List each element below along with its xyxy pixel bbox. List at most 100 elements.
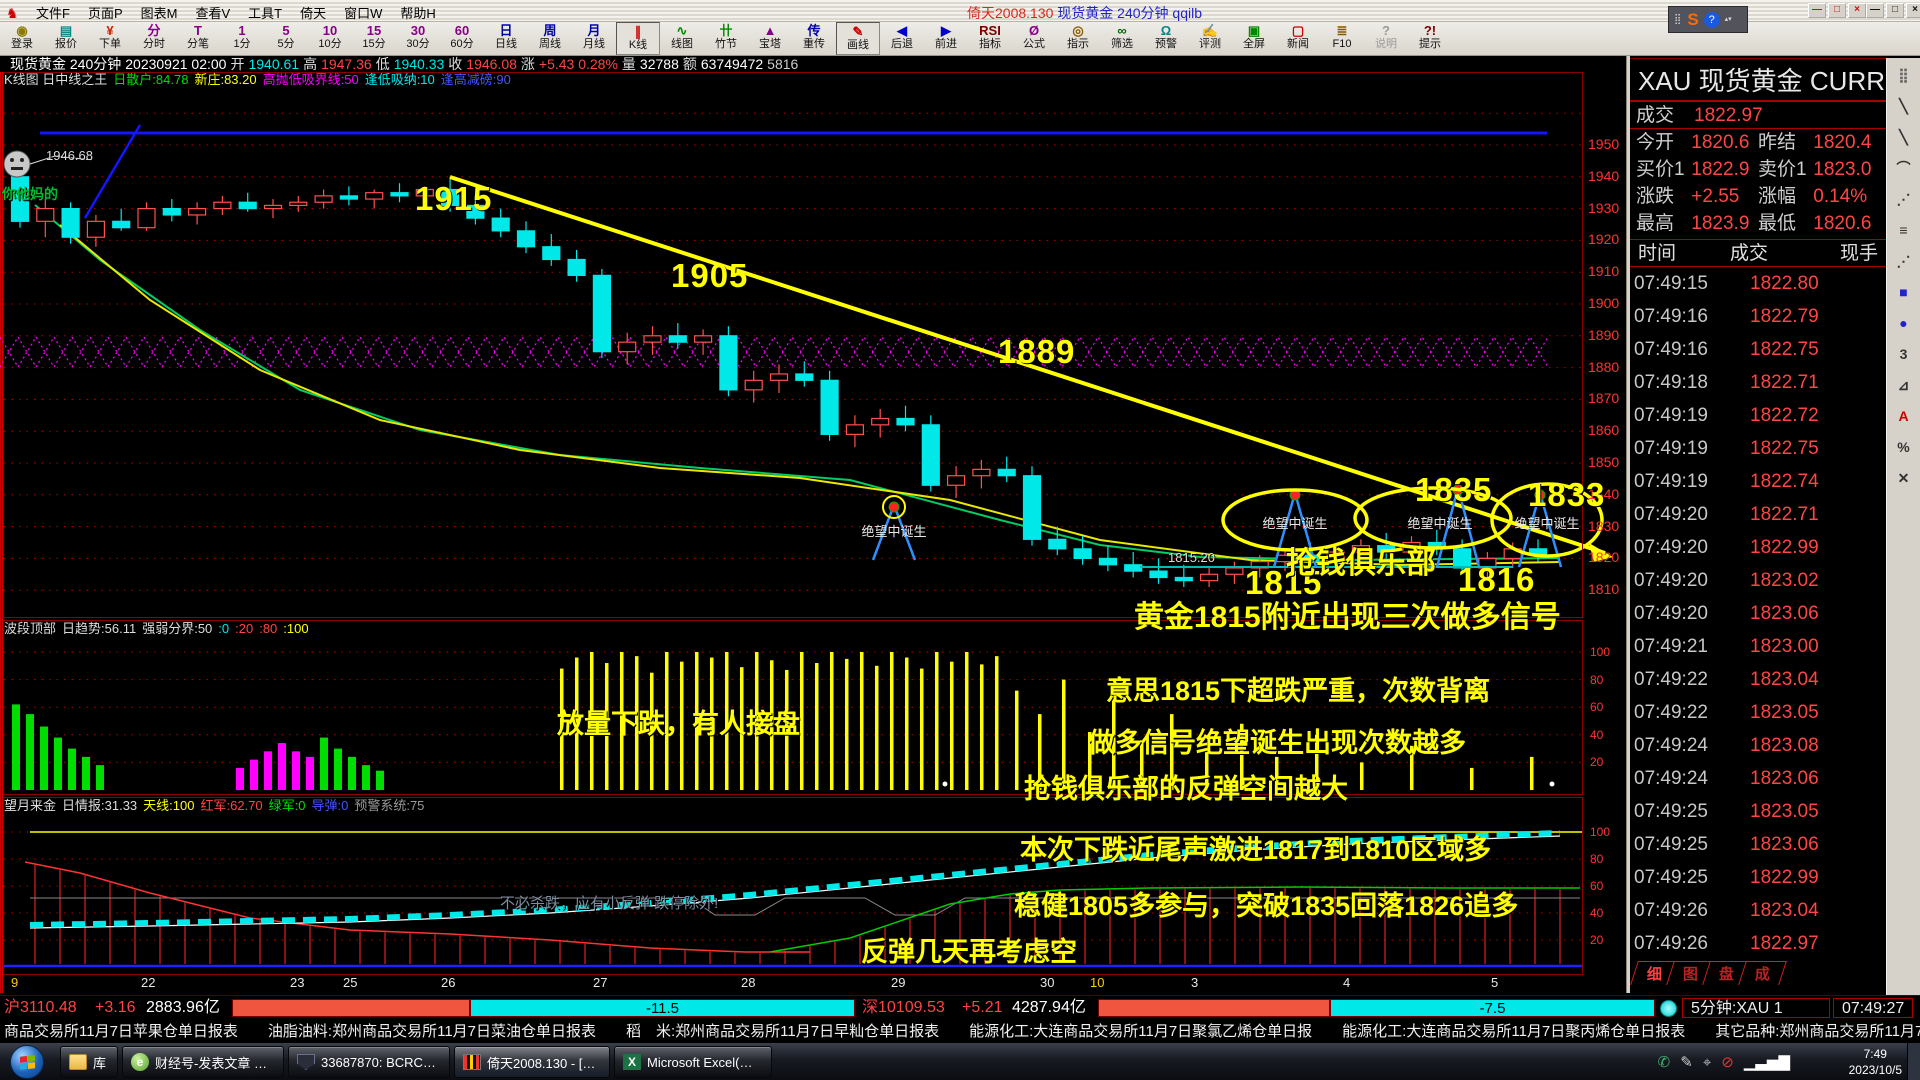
ime-grip-icon[interactable]: ⣿ [1674,16,1682,24]
dish-icon[interactable]: ⌖ [1703,1054,1711,1071]
toolbar-宝塔[interactable]: ▲宝塔 [748,22,792,55]
日线-icon: 日 [484,23,528,38]
signal-icon[interactable]: ▁▃▅▇ [1744,1053,1790,1071]
info-seg: 逢低吸纳:10 [365,72,435,87]
toolbar-预警[interactable]: Ω预警 [1144,22,1188,55]
triangle-icon[interactable]: ⊿ [1891,373,1917,399]
band-note-1: 意思1815下超跌严重，次数背离 [1106,669,1490,708]
system-tray: ✆ ✎ ⌖ ⊘ ▁▃▅▇ [1658,1047,1790,1077]
tick-col-成交: 成交 [1730,240,1840,266]
quote-tab-成[interactable]: 成 [1738,961,1787,985]
tick-list-header: 时间成交现手 [1630,239,1886,267]
toolbar-K线[interactable]: ∥K线 [616,22,660,55]
taskbar-label: 33687870: BCRC… [321,1055,436,1070]
close-button[interactable]: × [1848,3,1866,18]
restore-button[interactable]: □ [1886,3,1904,18]
sh-index: 沪3110.48 [4,996,77,1020]
first-price-label: 1946.68 [46,148,93,163]
drawing-toolbar: ⣿ ╲ ╲ ⌒ ⋰ ≡ ⋰ ■ ● 3 ⊿ A% ✕ [1886,58,1920,1020]
segment-icon[interactable]: ╲ [1891,125,1917,151]
toolbar-评测[interactable]: ✍评测 [1188,22,1232,55]
restore-button[interactable]: □ [1828,3,1846,18]
toolbar-报价[interactable]: ▤报价 [44,22,88,55]
tick-time: 07:49:21 [1634,630,1750,663]
tick-time: 07:49:26 [1634,894,1750,927]
grip-icon[interactable]: ⣿ [1891,63,1917,89]
quote-row-3: 涨跌+2.55涨幅0.14% [1630,183,1886,210]
toolbar-线图[interactable]: ∿线图 [660,22,704,55]
toolbar-新闻[interactable]: ▢新闻 [1276,22,1320,55]
toolbar-label: 5分 [264,38,308,52]
tick-row: 07:49:201823.06 [1630,597,1886,630]
toolbar-画线[interactable]: ✎画线 [836,22,880,55]
ellipse-icon[interactable]: ● [1891,311,1917,337]
ime-help-icon[interactable]: ? [1704,12,1720,28]
ime-arrows-icon[interactable]: ▴▾ [1725,16,1732,23]
input-method-bar[interactable]: ⣿ S ? ▴▾ [1668,6,1748,33]
sogou-icon[interactable]: S [1687,10,1698,30]
cross-icon[interactable]: ✕ [1891,466,1917,492]
minimize-button[interactable]: — [1808,3,1826,18]
tick-time: 07:49:25 [1634,828,1750,861]
band-indicator-header: 波段顶部日趋势:56.11强弱分界:50:0:20:80:100 [4,621,315,637]
tick-price: 1823.04 [1750,894,1819,927]
toolbar-分时[interactable]: 分分时 [132,22,176,55]
close-button[interactable]: × [1906,3,1920,18]
rectangle-icon[interactable]: ■ [1891,280,1917,306]
toolbar-后退[interactable]: ◀后退 [880,22,924,55]
info-seg: 低 [376,56,390,72]
parallel-lines-icon[interactable]: ≡ [1891,218,1917,244]
price-label-1905: 1905 [671,257,748,295]
mute-speaker-icon[interactable]: ⊘ [1721,1053,1734,1071]
toolbar-提示[interactable]: ?!提示 [1408,22,1452,55]
percent-icon[interactable]: % [1891,435,1917,461]
toolbar-F10[interactable]: ≣F10 [1320,22,1364,55]
wechat-icon[interactable]: ✆ [1658,1053,1671,1071]
toolbar-前进[interactable]: ▶前进 [924,22,968,55]
toolbar-周线[interactable]: 周周线 [528,22,572,55]
toolbar-日线[interactable]: 日日线 [484,22,528,55]
taskbar-财经号-发表文章 …[interactable]: e财经号-发表文章 … [122,1046,284,1078]
toolbar-15分[interactable]: 1515分 [352,22,396,55]
toolbar-1分[interactable]: 11分 [220,22,264,55]
taskbar-Microsoft Excel(…[interactable]: XMicrosoft Excel(… [614,1046,772,1078]
browser-icon: e [131,1053,149,1071]
toolbar-60分[interactable]: 6060分 [440,22,484,55]
toolbar-下单[interactable]: ¥下单 [88,22,132,55]
toolbar-30分[interactable]: 3030分 [396,22,440,55]
arc-icon[interactable]: ⌒ [1891,156,1917,182]
rays-icon[interactable]: ⋰ [1891,249,1917,275]
toolbar-全屏[interactable]: ▣全屏 [1232,22,1276,55]
竹节-icon: 卄 [704,23,748,38]
toolbar-月线[interactable]: 月月线 [572,22,616,55]
toolbar-分笔[interactable]: T分笔 [176,22,220,55]
curve3-icon[interactable]: 3 [1891,342,1917,368]
taskbar-33687870: BCRC…[interactable]: 33687870: BCRC… [288,1046,450,1078]
start-button[interactable] [10,1045,44,1079]
toolbar-公式[interactable]: Ø公式 [1012,22,1056,55]
trendline-icon[interactable]: ╲ [1891,94,1917,120]
toolbar-竹节[interactable]: 卄竹节 [704,22,748,55]
toolbar-指标[interactable]: RSI指标 [968,22,1012,55]
toolbar-筛选[interactable]: ∞筛选 [1100,22,1144,55]
pen-icon[interactable]: ✎ [1680,1053,1693,1071]
price-tick-1950: 1950 [1588,136,1619,152]
toolbar-重传[interactable]: 传重传 [792,22,836,55]
period-selector[interactable]: 5分钟:XAU 1 [1682,998,1830,1018]
toolbar-指示[interactable]: ◎指示 [1056,22,1100,55]
taskbar-倚天2008.130 - […[interactable]: 倚天2008.130 - [… [454,1046,610,1078]
taskbar-库[interactable]: 库 [60,1046,118,1078]
main-window-controls: —□× [1866,3,1920,19]
toolbar-5分[interactable]: 55分 [264,22,308,55]
toolbar-说明[interactable]: ?说明 [1364,22,1408,55]
toolbar-登录[interactable]: ◉登录 [0,22,44,55]
quote-label: 涨跌 [1636,183,1691,210]
text-tool-icon[interactable]: A [1891,404,1917,430]
fan-lines-icon[interactable]: ⋰ [1891,187,1917,213]
taskbar-clock[interactable]: 7:49 2023/10/5 [1849,1046,1902,1078]
moon-tick-80: 80 [1590,852,1603,866]
minimize-button[interactable]: — [1866,3,1884,18]
toolbar-10分[interactable]: 1010分 [308,22,352,55]
info-seg: 高抛低吸界线:50 [263,72,359,87]
show-desktop-button[interactable] [1907,1043,1920,1080]
